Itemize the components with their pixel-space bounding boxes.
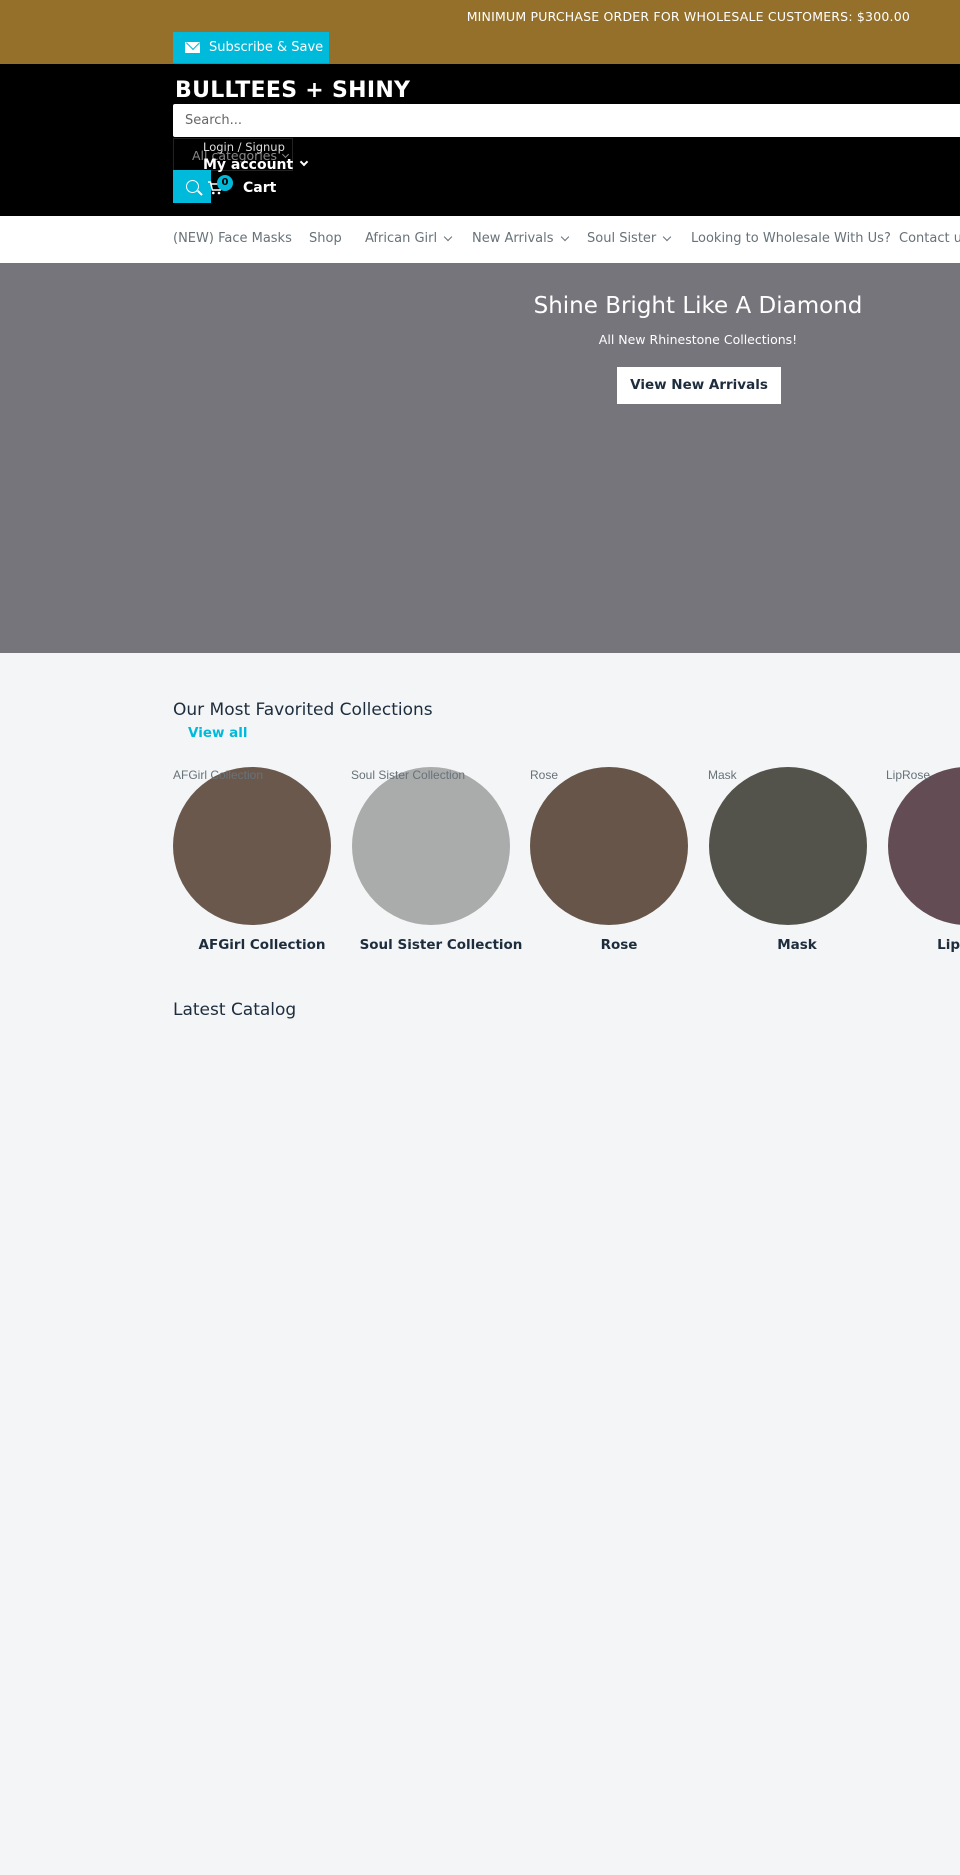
collection-name[interactable]: Rose: [529, 937, 709, 953]
login-signup-link[interactable]: Login / Signup: [203, 140, 285, 154]
collection-image[interactable]: [888, 767, 960, 925]
chevron-down-icon: [443, 232, 453, 241]
collection-image[interactable]: [709, 767, 867, 925]
chevron-down-icon: [663, 232, 672, 241]
search-button[interactable]: [173, 170, 211, 203]
store-logo[interactable]: BULLTEES + SHINY: [175, 78, 410, 103]
subscribe-button[interactable]: Subscribe & Save: [173, 32, 329, 63]
latest-catalog-title: Latest Catalog: [173, 1000, 297, 1020]
nav-item-shop[interactable]: Shop: [309, 231, 342, 246]
collection-name[interactable]: AFGirl Collection: [172, 937, 352, 953]
collection-image[interactable]: [530, 767, 688, 925]
cart-link[interactable]: Cart: [243, 180, 276, 196]
my-account-label: My account: [203, 157, 294, 173]
collection-image-alt: LipRose: [886, 768, 931, 782]
nav-item-label: New Arrivals: [472, 231, 554, 246]
nav-item-label: African Girl: [365, 231, 438, 246]
chevron-down-icon: [560, 232, 569, 241]
collection-image-alt: AFGirl Collection: [173, 768, 264, 782]
view-new-arrivals-button[interactable]: View New Arrivals: [617, 367, 781, 404]
site-header: [0, 64, 960, 216]
chevron-down-icon: [299, 157, 309, 167]
search-icon: [185, 180, 199, 193]
nav-item-contact[interactable]: Contact us: [899, 231, 960, 246]
nav-item-new-arrivals[interactable]: New Arrivals: [472, 231, 569, 246]
collection-image-alt: Mask: [708, 768, 737, 782]
subscribe-label: Subscribe & Save: [209, 40, 324, 55]
nav-item-face-masks[interactable]: (NEW) Face Masks: [173, 231, 292, 246]
collection-name[interactable]: LipRose: [886, 937, 960, 953]
announcement-text: MINIMUM PURCHASE ORDER FOR WHOLESALE CUS…: [466, 9, 910, 24]
collection-image[interactable]: [173, 767, 331, 925]
nav-item-wholesale[interactable]: Looking to Wholesale With Us?: [691, 231, 891, 246]
my-account-button[interactable]: My account: [203, 157, 309, 173]
collection-name[interactable]: Soul Sister Collection: [351, 937, 531, 953]
nav-item-label: Shop: [309, 231, 342, 246]
hero-banner: [0, 263, 960, 653]
collection-image-alt: Soul Sister Collection: [351, 768, 466, 782]
nav-item-label: Contact us: [899, 231, 960, 246]
collections-title: Our Most Favorited Collections: [173, 700, 433, 720]
search-input[interactable]: [173, 104, 960, 137]
cart-count-badge: 0: [217, 175, 233, 191]
nav-item-label: Soul Sister: [587, 231, 657, 246]
mail-icon: [185, 42, 200, 53]
hero-title: Shine Bright Like A Diamond: [533, 293, 863, 319]
collection-image-alt: Rose: [530, 768, 559, 782]
nav-item-african-girl[interactable]: African Girl: [365, 231, 453, 246]
hero-subtitle: All New Rhinestone Collections!: [598, 332, 798, 347]
nav-item-label: Looking to Wholesale With Us?: [691, 231, 891, 246]
collection-image[interactable]: [352, 767, 510, 925]
nav-item-label: (NEW) Face Masks: [173, 231, 292, 246]
nav-item-soul-sister[interactable]: Soul Sister: [587, 231, 672, 246]
view-all-link[interactable]: View all: [188, 725, 248, 741]
collection-card-clip: LipRose LipRose: [886, 760, 960, 960]
collection-name[interactable]: Mask: [707, 937, 887, 953]
